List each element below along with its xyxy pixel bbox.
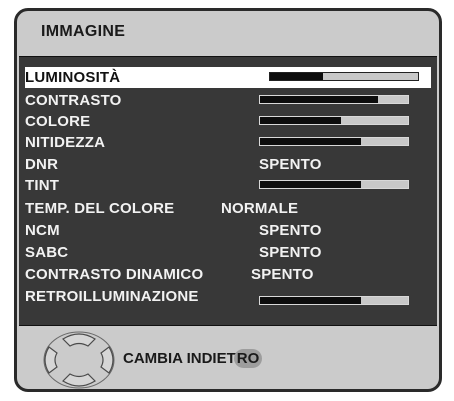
slider-fill <box>270 73 324 80</box>
menu-item-sabc[interactable]: SABC SPENTO <box>19 241 437 263</box>
slider-fill <box>260 181 361 188</box>
footer-hint-text: CAMBIA INDIET <box>123 350 236 367</box>
menu-item-contrasto-dinamico[interactable]: CONTRASTO DINAMICO SPENTO <box>19 263 437 285</box>
menu-item-label: TINT <box>25 177 60 194</box>
osd-title: IMMAGINE <box>41 23 126 40</box>
back-key-label: RO <box>233 349 263 368</box>
menu-item-label: NITIDEZZA <box>25 134 106 151</box>
slider-fill <box>260 297 361 304</box>
slider-fill <box>260 117 342 124</box>
menu-item-label: RETROILLUMINAZIONE <box>25 288 199 305</box>
menu-item-label: SABC <box>25 244 69 261</box>
menu-item-colore[interactable]: COLORE <box>19 110 437 132</box>
luminosita-slider[interactable] <box>269 72 419 81</box>
menu-item-value: NORMALE <box>221 200 299 217</box>
menu-item-label: NCM <box>25 222 60 239</box>
menu-item-label: COLORE <box>25 113 91 130</box>
dpad-arrows-icon <box>43 331 115 389</box>
menu-item-temp-colore[interactable]: TEMP. DEL COLORE NORMALE <box>19 197 437 219</box>
menu-item-label: TEMP. DEL COLORE <box>25 200 175 217</box>
picture-settings-osd: IMMAGINE LUMINOSITÀ CONTRASTO COLORE NIT… <box>14 8 442 392</box>
footer-hint: CAMBIA INDIETRO <box>123 349 263 368</box>
menu-item-value: SPENTO <box>259 222 322 239</box>
menu-item-value: SPENTO <box>259 156 322 173</box>
slider-fill <box>260 138 361 145</box>
menu-item-label: CONTRASTO <box>25 92 122 109</box>
menu-item-value: SPENTO <box>251 266 314 283</box>
menu-item-label: CONTRASTO DINAMICO <box>25 266 204 283</box>
menu-item-ncm[interactable]: NCM SPENTO <box>19 219 437 241</box>
menu-item-label: LUMINOSITÀ <box>25 69 121 86</box>
menu-item-nitidezza[interactable]: NITIDEZZA <box>19 131 437 153</box>
menu-item-tint[interactable]: TINT <box>19 174 437 196</box>
tint-slider[interactable] <box>259 180 409 189</box>
menu-item-dnr[interactable]: DNR SPENTO <box>19 153 437 175</box>
menu-item-retroilluminazione[interactable]: RETROILLUMINAZIONE <box>19 285 437 307</box>
slider-fill <box>260 96 379 103</box>
menu-item-label: DNR <box>25 156 59 173</box>
menu-item-luminosita[interactable]: LUMINOSITÀ <box>25 67 431 88</box>
retroilluminazione-slider[interactable] <box>259 296 409 305</box>
contrasto-slider[interactable] <box>259 95 409 104</box>
menu-item-value: SPENTO <box>259 244 322 261</box>
colore-slider[interactable] <box>259 116 409 125</box>
menu-item-contrasto[interactable]: CONTRASTO <box>19 89 437 111</box>
nitidezza-slider[interactable] <box>259 137 409 146</box>
settings-menu: LUMINOSITÀ CONTRASTO COLORE NITIDEZZA DN… <box>19 56 437 326</box>
